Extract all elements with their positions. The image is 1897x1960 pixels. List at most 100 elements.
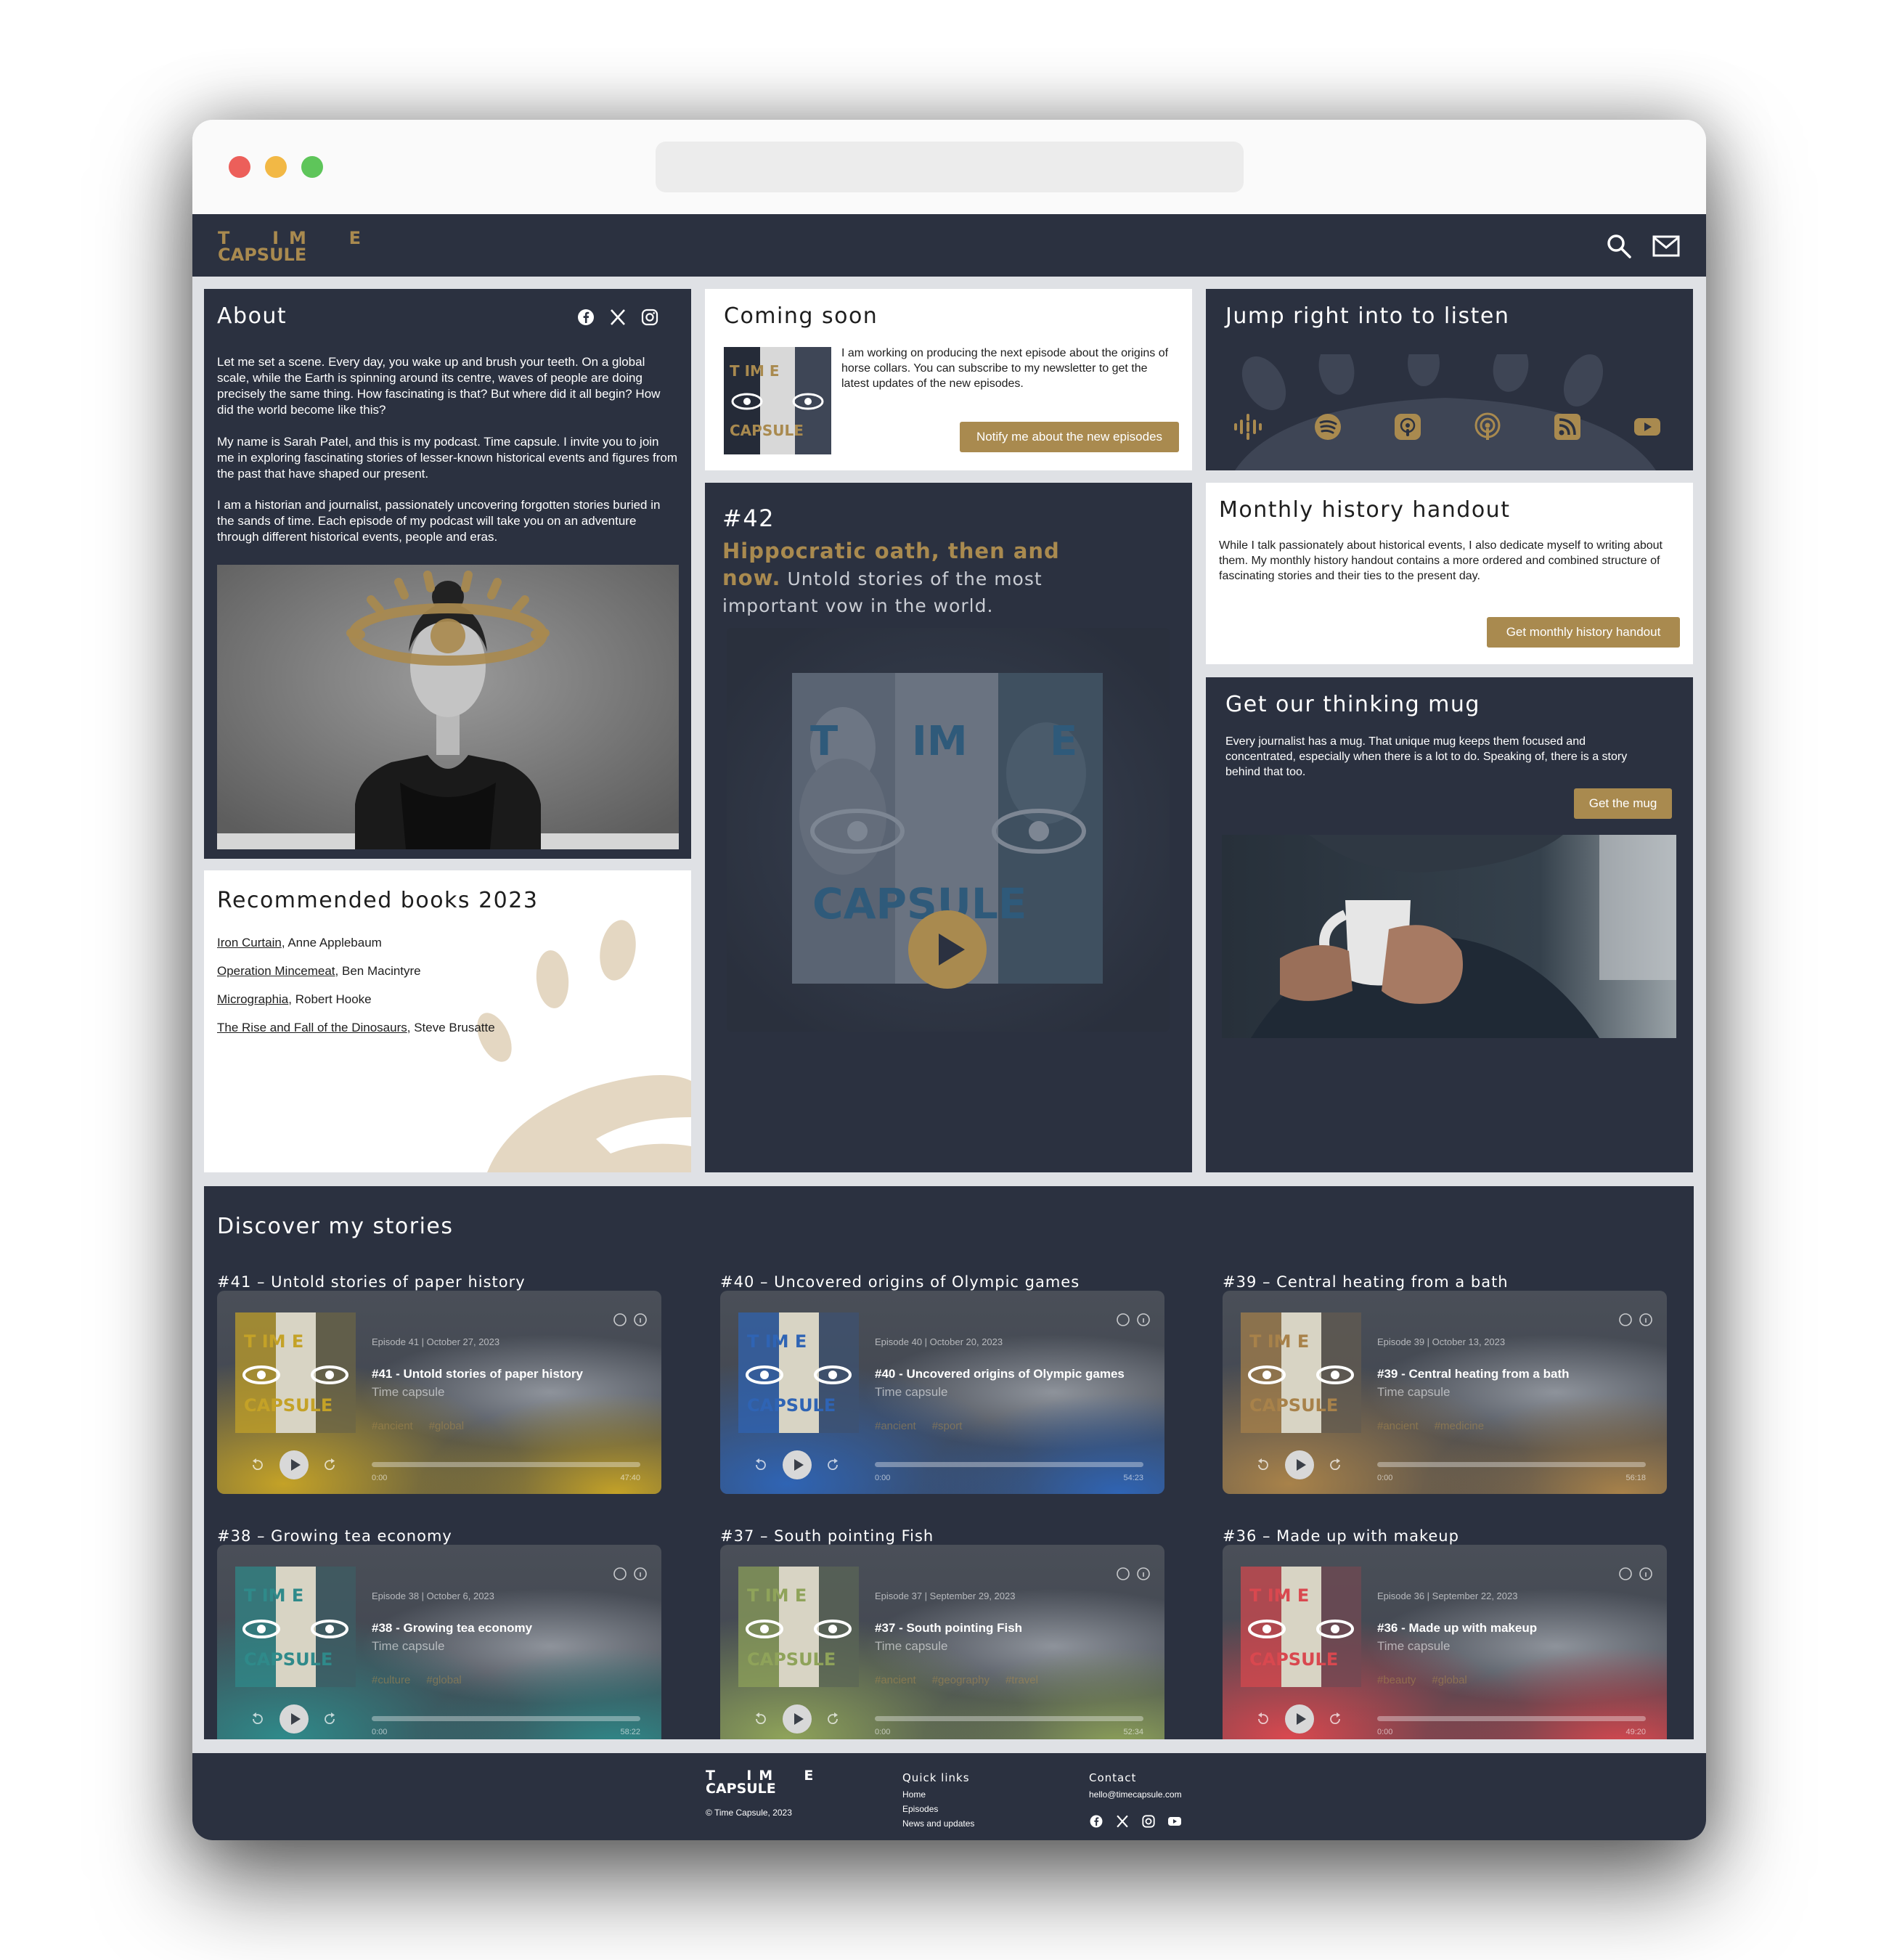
time-duration: 52:34: [1123, 1728, 1143, 1736]
book-title-link[interactable]: Iron Curtain: [217, 936, 282, 950]
episode-heading[interactable]: #41 – Untold stories of paper history: [217, 1273, 526, 1291]
forward-icon[interactable]: [1329, 1458, 1343, 1472]
player-info-icons[interactable]: [1116, 1567, 1152, 1581]
tag[interactable]: #travel: [1005, 1674, 1038, 1686]
forward-icon[interactable]: [323, 1458, 338, 1472]
player-info-icons[interactable]: [1618, 1312, 1655, 1327]
rss-icon[interactable]: [1553, 412, 1582, 441]
episode-meta: Episode 37 | September 29, 2023: [875, 1591, 1016, 1601]
player-info-icons[interactable]: [1618, 1567, 1655, 1581]
episode-title: #37 - South pointing Fish: [875, 1621, 1023, 1635]
tag[interactable]: #geography: [932, 1674, 990, 1686]
apple-podcasts-icon[interactable]: [1393, 412, 1422, 441]
rewind-icon[interactable]: [753, 1712, 767, 1726]
tag[interactable]: #culture: [372, 1674, 410, 1686]
book-item[interactable]: The Rise and Fall of the Dinosaurs, Stev…: [217, 1021, 495, 1035]
play-featured-button[interactable]: [908, 910, 987, 989]
instagram-icon[interactable]: [640, 308, 659, 327]
svg-text:T IM E: T IM E: [1249, 1585, 1309, 1606]
episode-heading[interactable]: #36 – Made up with makeup: [1223, 1527, 1459, 1545]
episode-cover-art: T IM E CAPSULE: [738, 1567, 859, 1687]
youtube-icon[interactable]: [1167, 1814, 1182, 1829]
about-paragraph-3: I am a historian and journalist, passion…: [217, 498, 661, 544]
youtube-icon[interactable]: [1633, 412, 1662, 441]
rewind-icon[interactable]: [250, 1458, 264, 1472]
get-handout-button[interactable]: Get monthly history handout: [1487, 617, 1680, 648]
tag[interactable]: #ancient: [875, 1674, 916, 1686]
tag[interactable]: #global: [426, 1674, 461, 1686]
minimize-window-button[interactable]: [265, 156, 287, 178]
book-title-link[interactable]: Operation Mincemeat: [217, 964, 335, 978]
podcast-antenna-icon[interactable]: [1473, 412, 1502, 441]
tag[interactable]: #ancient: [1377, 1420, 1419, 1432]
rewind-icon[interactable]: [753, 1458, 767, 1472]
search-icon[interactable]: [1604, 232, 1633, 261]
tag[interactable]: #ancient: [875, 1420, 916, 1432]
progress-track[interactable]: [875, 1462, 1143, 1467]
play-button[interactable]: [280, 1450, 309, 1479]
tag[interactable]: #global: [1432, 1674, 1466, 1686]
book-item[interactable]: Micrographia, Robert Hooke: [217, 992, 372, 1007]
player-info-icons[interactable]: [613, 1312, 649, 1327]
forward-icon[interactable]: [1329, 1712, 1343, 1726]
forward-icon[interactable]: [826, 1458, 841, 1472]
play-button[interactable]: [783, 1704, 812, 1734]
address-bar[interactable]: [656, 142, 1244, 192]
footer-link-home[interactable]: Home: [902, 1789, 926, 1800]
cover-eyes: T IM E CAPSULE: [242, 1331, 348, 1416]
facebook-icon[interactable]: [1089, 1814, 1103, 1829]
book-item[interactable]: Operation Mincemeat, Ben Macintyre: [217, 964, 421, 979]
book-title-link[interactable]: The Rise and Fall of the Dinosaurs: [217, 1021, 407, 1034]
play-button[interactable]: [1285, 1450, 1314, 1479]
play-button[interactable]: [280, 1704, 309, 1734]
player-info-icons[interactable]: [1116, 1312, 1152, 1327]
x-icon[interactable]: [608, 308, 627, 327]
book-item[interactable]: Iron Curtain, Anne Applebaum: [217, 936, 382, 950]
progress-track[interactable]: [372, 1462, 640, 1467]
tag[interactable]: #global: [429, 1420, 464, 1432]
x-icon[interactable]: [1115, 1814, 1130, 1829]
episode-heading[interactable]: #39 – Central heating from a bath: [1223, 1273, 1509, 1291]
progress-track[interactable]: [875, 1716, 1143, 1721]
episode-heading[interactable]: #38 – Growing tea economy: [217, 1527, 452, 1545]
progress-track[interactable]: [372, 1716, 640, 1721]
notify-button[interactable]: Notify me about the new episodes: [960, 422, 1179, 452]
forward-icon[interactable]: [323, 1712, 338, 1726]
time-duration: 49:20: [1625, 1728, 1646, 1736]
footer-link-episodes[interactable]: Episodes: [902, 1804, 938, 1814]
episode-heading[interactable]: #37 – South pointing Fish: [720, 1527, 934, 1545]
facebook-icon[interactable]: [576, 308, 595, 327]
footer-link-news[interactable]: News and updates: [902, 1818, 974, 1829]
episode-tags: #ancient #geography #travel: [875, 1674, 1054, 1686]
site-footer: T IM E CAPSULE © Time Capsule, 2023 Quic…: [192, 1753, 1706, 1840]
get-mug-button[interactable]: Get the mug: [1574, 788, 1672, 819]
rewind-icon[interactable]: [250, 1712, 264, 1726]
progress-track[interactable]: [1377, 1462, 1646, 1467]
forward-icon[interactable]: [826, 1712, 841, 1726]
episode-heading[interactable]: #40 – Uncovered origins of Olympic games: [720, 1273, 1080, 1291]
contact-email[interactable]: hello@timecapsule.com: [1089, 1789, 1182, 1800]
progress-track[interactable]: [1377, 1716, 1646, 1721]
spotify-icon[interactable]: [1313, 412, 1342, 441]
mail-icon[interactable]: [1652, 232, 1681, 261]
rewind-icon[interactable]: [1255, 1458, 1270, 1472]
footer-logo[interactable]: T IM E CAPSULE: [706, 1768, 820, 1795]
book-title-link[interactable]: Micrographia: [217, 992, 288, 1006]
play-button[interactable]: [1285, 1704, 1314, 1734]
site-logo[interactable]: T IM E CAPSULE: [218, 229, 371, 264]
player-info-icons[interactable]: [613, 1567, 649, 1581]
maximize-window-button[interactable]: [301, 156, 323, 178]
tag[interactable]: #ancient: [372, 1420, 413, 1432]
episode-title: #38 - Growing tea economy: [372, 1621, 533, 1635]
close-window-button[interactable]: [229, 156, 250, 178]
tag[interactable]: #sport: [932, 1420, 963, 1432]
episode-meta: Episode 40 | October 20, 2023: [875, 1336, 1003, 1347]
tag[interactable]: #medicine: [1435, 1420, 1484, 1432]
tag[interactable]: #beauty: [1377, 1674, 1416, 1686]
rewind-icon[interactable]: [1255, 1712, 1270, 1726]
cover-eyes: T IM E CAPSULE: [746, 1331, 852, 1416]
google-podcasts-icon[interactable]: [1233, 412, 1262, 441]
instagram-icon[interactable]: [1141, 1814, 1156, 1829]
time-duration: 58:22: [620, 1728, 640, 1736]
play-button[interactable]: [783, 1450, 812, 1479]
